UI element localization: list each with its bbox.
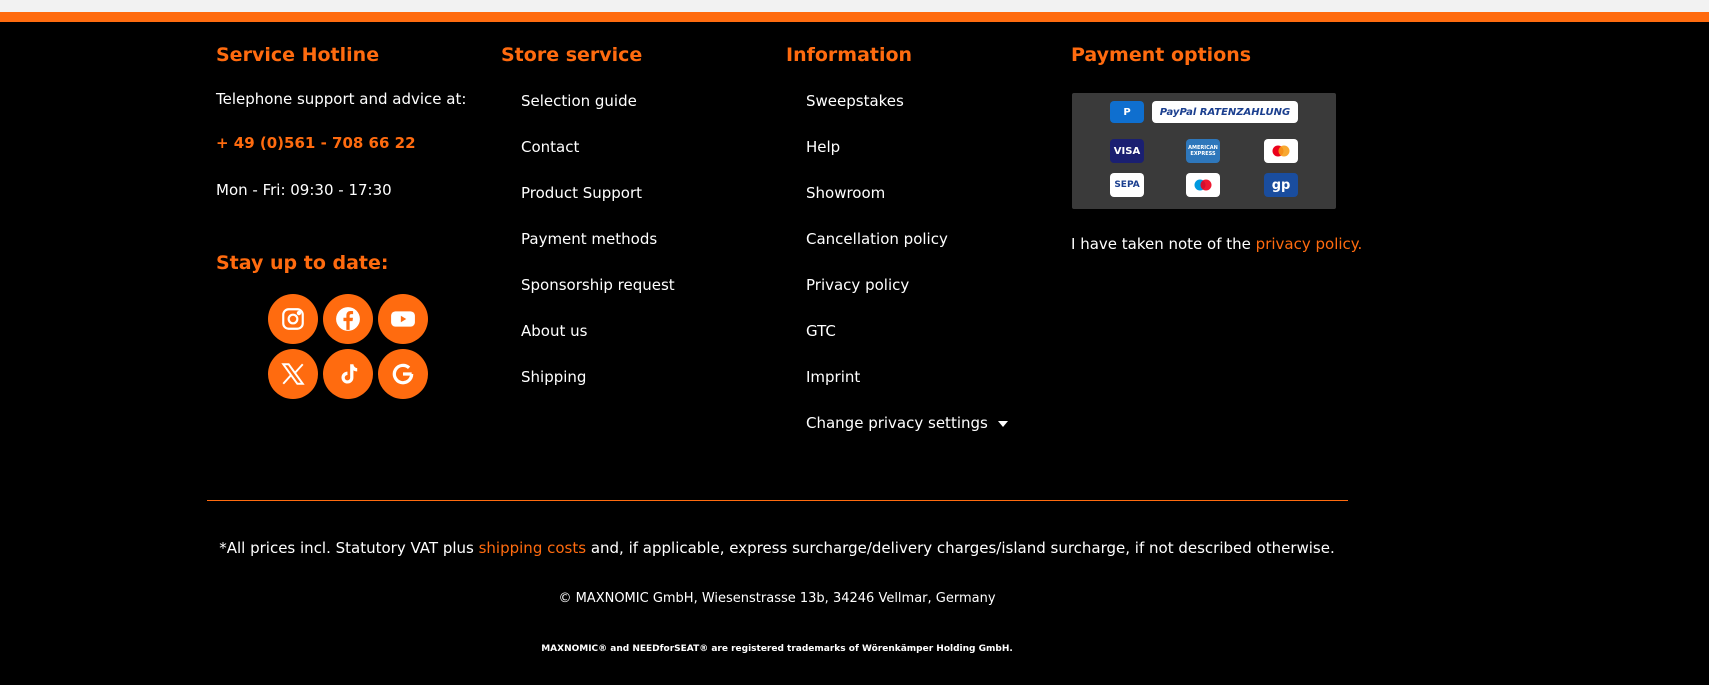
business-hours: Mon - Fri: 09:30 - 17:30 bbox=[216, 181, 392, 199]
list-item: Shipping bbox=[521, 368, 675, 414]
paypal-icon: P bbox=[1110, 101, 1144, 123]
payment-options-column: Payment options P PayPal RATENZAHLUNG VI… bbox=[1071, 42, 1371, 253]
shipping-costs-link[interactable]: shipping costs bbox=[479, 539, 586, 557]
list-item: About us bbox=[521, 322, 675, 368]
facebook-icon[interactable] bbox=[323, 294, 373, 344]
change-privacy-settings-label: Change privacy settings bbox=[806, 414, 988, 432]
list-item: Change privacy settings bbox=[806, 414, 1008, 460]
link-contact[interactable]: Contact bbox=[521, 138, 579, 156]
tiktok-icon[interactable] bbox=[323, 349, 373, 399]
list-item: Product Support bbox=[521, 184, 675, 230]
privacy-policy-link[interactable]: privacy policy. bbox=[1256, 235, 1363, 253]
list-item: Sponsorship request bbox=[521, 276, 675, 322]
service-hotline-column: Service Hotline Telephone support and ad… bbox=[216, 42, 476, 399]
copyright: © MAXNOMIC GmbH, Wiesenstrasse 13b, 3424… bbox=[558, 591, 996, 606]
list-item: Showroom bbox=[806, 184, 1008, 230]
giropay-icon: gp bbox=[1264, 173, 1298, 197]
visa-icon: VISA bbox=[1110, 139, 1144, 163]
vat-text-suffix: and, if applicable, express surcharge/de… bbox=[586, 539, 1335, 557]
trademark-notice: MAXNOMIC® and NEEDforSEAT® are registere… bbox=[541, 644, 1013, 654]
link-sweepstakes[interactable]: Sweepstakes bbox=[806, 92, 904, 110]
list-item: Sweepstakes bbox=[806, 92, 1008, 138]
link-privacy-policy[interactable]: Privacy policy bbox=[806, 276, 909, 294]
list-item: Help bbox=[806, 138, 1008, 184]
link-help[interactable]: Help bbox=[806, 138, 840, 156]
change-privacy-settings-button[interactable]: Change privacy settings bbox=[806, 414, 1008, 432]
link-payment-methods[interactable]: Payment methods bbox=[521, 230, 657, 248]
vat-text-prefix: *All prices incl. Statutory VAT plus bbox=[219, 539, 479, 557]
sepa-icon: SEPA bbox=[1110, 173, 1144, 197]
caret-down-icon bbox=[997, 420, 1008, 427]
link-showroom[interactable]: Showroom bbox=[806, 184, 885, 202]
link-imprint[interactable]: Imprint bbox=[806, 368, 860, 386]
stay-up-to-date-title: Stay up to date: bbox=[216, 252, 389, 274]
payment-options-title: Payment options bbox=[1071, 44, 1252, 66]
link-selection-guide[interactable]: Selection guide bbox=[521, 92, 637, 110]
privacy-note: I have taken note of the privacy policy. bbox=[1071, 235, 1362, 253]
youtube-icon[interactable] bbox=[378, 294, 428, 344]
mastercard-icon: mastercard bbox=[1264, 139, 1298, 163]
vat-notice: *All prices incl. Statutory VAT plus shi… bbox=[0, 539, 1554, 557]
link-about-us[interactable]: About us bbox=[521, 322, 587, 340]
information-title: Information bbox=[786, 44, 913, 66]
list-item: GTC bbox=[806, 322, 1008, 368]
footer-divider bbox=[207, 500, 1348, 501]
phone-link[interactable]: + 49 (0)561 - 708 66 22 bbox=[216, 134, 416, 152]
link-gtc[interactable]: GTC bbox=[806, 322, 836, 340]
information-column: Information Sweepstakes Help Showroom Ca… bbox=[786, 42, 1046, 432]
link-cancellation-policy[interactable]: Cancellation policy bbox=[806, 230, 948, 248]
list-item: Selection guide bbox=[521, 92, 675, 138]
payment-logos-image: P PayPal RATENZAHLUNG VISA AMERICAN EXPR… bbox=[1072, 93, 1336, 209]
link-sponsorship-request[interactable]: Sponsorship request bbox=[521, 276, 675, 294]
link-product-support[interactable]: Product Support bbox=[521, 184, 642, 202]
list-item: Contact bbox=[521, 138, 675, 184]
store-service-links: Selection guide Contact Product Support … bbox=[521, 92, 675, 414]
maestro-icon: maestro bbox=[1186, 173, 1220, 197]
footer-accent-bar bbox=[0, 12, 1709, 22]
store-service-title: Store service bbox=[501, 44, 643, 66]
amex-icon: AMERICAN EXPRESS bbox=[1186, 139, 1220, 163]
list-item: Cancellation policy bbox=[806, 230, 1008, 276]
privacy-note-text: I have taken note of the bbox=[1071, 235, 1256, 253]
paypal-ratenzahlung-logo: PayPal RATENZAHLUNG bbox=[1152, 101, 1298, 123]
information-links: Sweepstakes Help Showroom Cancellation p… bbox=[806, 92, 1008, 460]
link-shipping[interactable]: Shipping bbox=[521, 368, 586, 386]
service-hotline-title: Service Hotline bbox=[216, 44, 380, 66]
list-item: Payment methods bbox=[521, 230, 675, 276]
x-icon[interactable] bbox=[268, 349, 318, 399]
browser-top-strip bbox=[0, 0, 1709, 12]
google-icon[interactable] bbox=[378, 349, 428, 399]
store-service-column: Store service Selection guide Contact Pr… bbox=[501, 42, 761, 386]
list-item: Privacy policy bbox=[806, 276, 1008, 322]
list-item: Imprint bbox=[806, 368, 1008, 414]
instagram-icon[interactable] bbox=[268, 294, 318, 344]
support-text: Telephone support and advice at: bbox=[216, 90, 467, 108]
